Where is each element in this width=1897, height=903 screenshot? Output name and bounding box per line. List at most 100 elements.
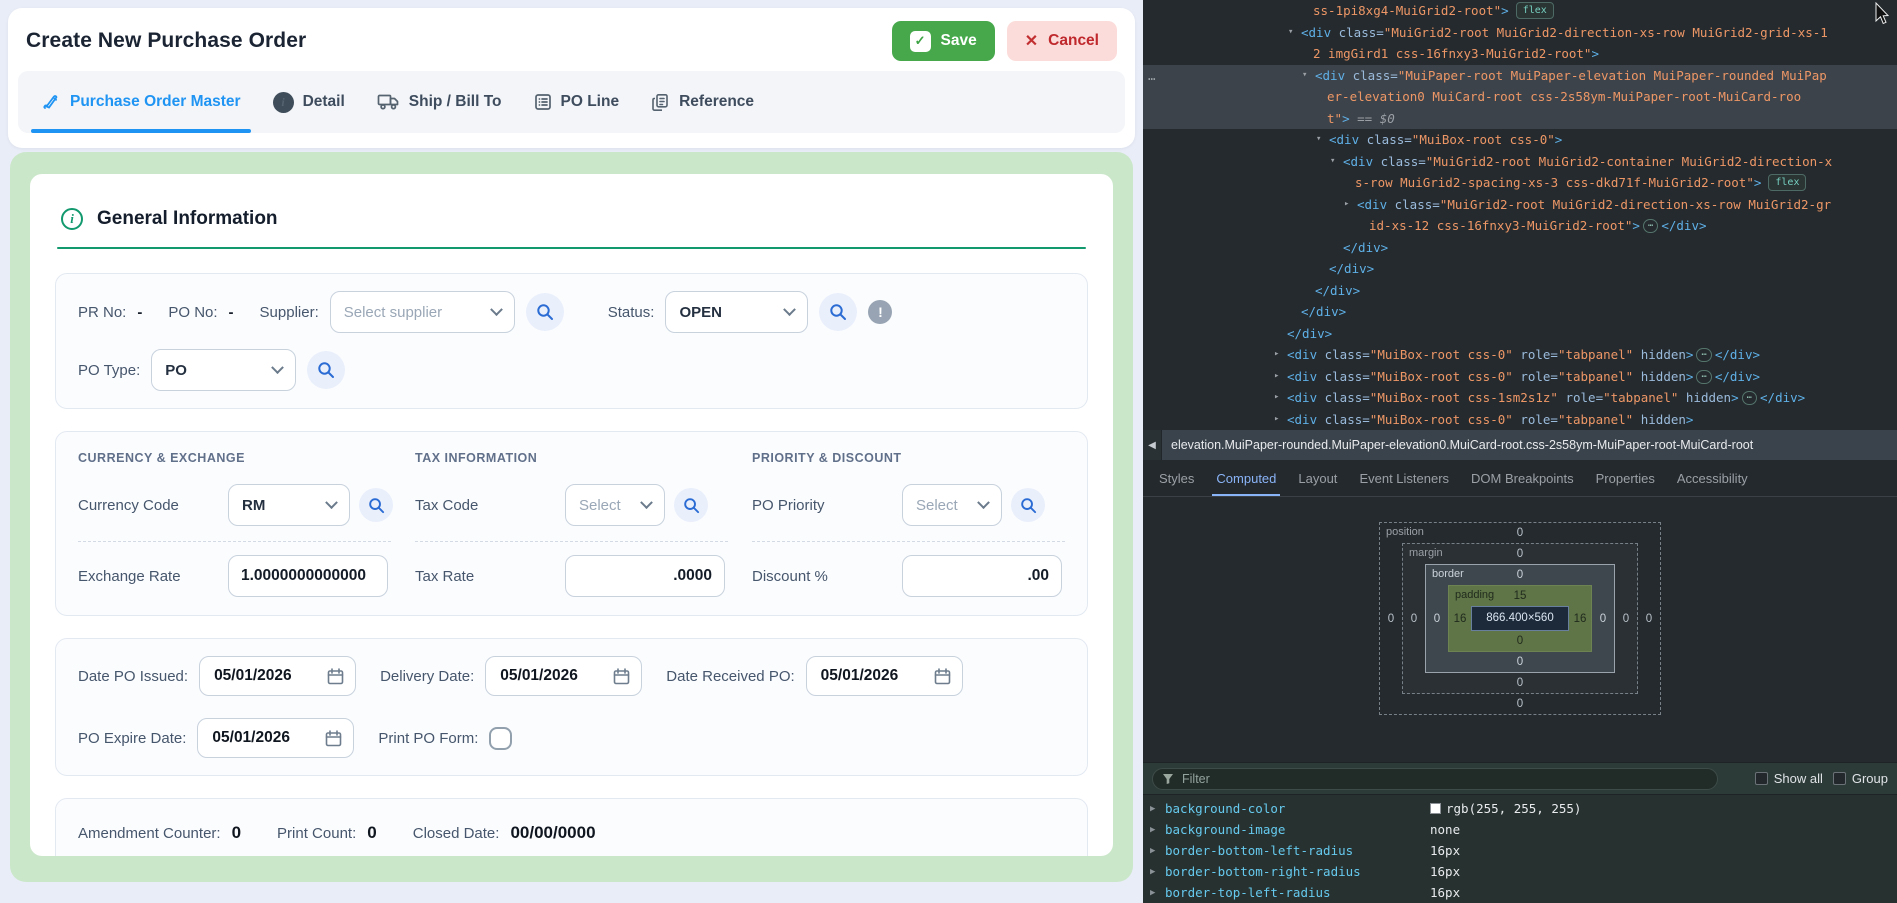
code-line[interactable]: …▾<div class="MuiPaper-root MuiPaper-ele… (1143, 65, 1897, 87)
screen: Create New Purchase Order ✓ Save ✕ Cance… (0, 0, 1897, 903)
delivery-date-label: Delivery Date: (380, 668, 474, 685)
collapse-arrow-icon[interactable]: ▾ (1288, 22, 1293, 44)
css-property-row[interactable]: ▶ border-bottom-left-radius 16px (1143, 840, 1897, 861)
code-line[interactable]: ▾<div class="MuiGrid2-root MuiGrid2-cont… (1143, 151, 1897, 173)
show-all-checkbox[interactable] (1755, 772, 1768, 785)
po-type-select[interactable]: PO (151, 349, 296, 391)
group-toggle[interactable]: Group (1833, 771, 1888, 786)
color-swatch[interactable] (1430, 803, 1441, 814)
breadcrumb-scroll-left-icon[interactable]: ◀ (1143, 430, 1162, 460)
expand-arrow-icon[interactable]: ▶ (1150, 825, 1165, 835)
tax-rate-input[interactable]: .0000 (565, 555, 725, 597)
print-po-form-checkbox[interactable] (489, 727, 512, 750)
code-line[interactable]: ▸<div class="MuiBox-root css-0" role="ta… (1143, 366, 1897, 388)
css-property-row[interactable]: ▶ border-bottom-right-radius 16px (1143, 861, 1897, 882)
tab-accessibility[interactable]: Accessibility (1667, 460, 1758, 496)
collapse-arrow-icon[interactable]: ▾ (1302, 65, 1307, 87)
collapse-arrow-icon[interactable]: ▾ (1330, 151, 1335, 173)
code-line[interactable]: ▸<div class="MuiBox-root css-1sm2s1z" ro… (1143, 387, 1897, 409)
code-line[interactable]: </div> (1143, 301, 1897, 323)
inline-ellipsis-icon[interactable]: ⋯ (1696, 348, 1711, 362)
filter-input[interactable]: Filter (1152, 768, 1718, 790)
expand-arrow-icon[interactable]: ▶ (1150, 804, 1165, 814)
cancel-button[interactable]: ✕ Cancel (1007, 21, 1117, 61)
po-type-search-button[interactable] (307, 351, 345, 389)
expand-arrow-icon[interactable]: ▶ (1150, 846, 1165, 856)
date-po-issued-input[interactable]: 05/01/2026 (199, 656, 356, 696)
css-property-row[interactable]: ▶ background-image none (1143, 819, 1897, 840)
box-model-padding[interactable]: padding15 16 866.400×560 16 0 (1448, 585, 1592, 652)
box-model-content[interactable]: 866.400×560 (1471, 606, 1569, 631)
code-line[interactable]: ▸<div class="MuiBox-root css-0" role="ta… (1143, 344, 1897, 366)
exchange-rate-input[interactable]: 1.0000000000000 (228, 555, 388, 597)
status-select[interactable]: OPEN (665, 291, 808, 333)
tab-dom-breakpoints[interactable]: DOM Breakpoints (1461, 460, 1584, 496)
date-received-input[interactable]: 05/01/2026 (806, 656, 963, 696)
css-property-row[interactable]: ▶ background-color rgb(255, 255, 255) (1143, 798, 1897, 819)
breadcrumb[interactable]: elevation.MuiPaper-rounded.MuiPaper-elev… (1162, 438, 1762, 452)
code-line[interactable]: ss-1pi8xg4-MuiGrid2-root">flex (1143, 0, 1897, 22)
property-value: rgb(255, 255, 255) (1446, 801, 1581, 816)
save-button[interactable]: ✓ Save (892, 21, 995, 61)
tab-reference[interactable]: Reference (638, 71, 767, 133)
code-line[interactable]: ▾<div class="MuiGrid2-root MuiGrid2-dire… (1143, 22, 1897, 44)
tab-detail[interactable]: i Detail (260, 71, 358, 133)
pages-icon (651, 93, 670, 112)
po-expire-input[interactable]: 05/01/2026 (197, 718, 354, 758)
expand-arrow-icon[interactable]: ▸ (1274, 409, 1279, 431)
box-model-border[interactable]: border0 0 padding15 16 866.400×560 16 (1425, 564, 1615, 673)
css-property-row[interactable]: ▶ border-top-left-radius 16px (1143, 882, 1897, 903)
expand-arrow-icon[interactable]: ▶ (1150, 888, 1165, 898)
expand-arrow-icon[interactable]: ▸ (1344, 194, 1349, 216)
inline-ellipsis-icon[interactable]: ⋯ (1643, 219, 1658, 233)
code-line[interactable]: ▸<div class="MuiGrid2-root MuiGrid2-dire… (1143, 194, 1897, 216)
collapse-arrow-icon[interactable]: ▾ (1316, 129, 1321, 151)
priority-search-button[interactable] (1011, 488, 1045, 522)
code-line[interactable]: ▸<div class="MuiBox-root css-0" role="ta… (1143, 409, 1897, 431)
status-search-button[interactable] (819, 293, 857, 331)
box-model-margin[interactable]: margin0 0 border0 0 padding15 (1402, 543, 1638, 694)
tab-event-listeners[interactable]: Event Listeners (1349, 460, 1459, 496)
code-line[interactable]: ▾<div class="MuiBox-root css-0"> (1143, 129, 1897, 151)
code-line[interactable]: </div> (1143, 280, 1897, 302)
supplier-search-button[interactable] (526, 293, 564, 331)
discount-input[interactable]: .00 (902, 555, 1062, 597)
po-priority-select[interactable]: Select (902, 484, 1002, 526)
expand-arrow-icon[interactable]: ▶ (1150, 867, 1165, 877)
flex-badge[interactable]: flex (1768, 174, 1806, 191)
delivery-date-input[interactable]: 05/01/2026 (485, 656, 642, 696)
tab-computed[interactable]: Computed (1206, 460, 1286, 496)
calendar-icon (324, 729, 343, 748)
supplier-select[interactable]: Select supplier (330, 291, 515, 333)
expand-arrow-icon[interactable]: ▸ (1274, 366, 1279, 388)
code-line[interactable]: </div> (1143, 258, 1897, 280)
code-line[interactable]: er-elevation0 MuiCard-root css-2s58ym-Mu… (1143, 86, 1897, 108)
expand-arrow-icon[interactable]: ▸ (1274, 387, 1279, 409)
code-token: > (1342, 111, 1350, 126)
box-model-position[interactable]: position0 0 margin0 0 border0 0 (1379, 522, 1661, 715)
currency-search-button[interactable] (359, 488, 393, 522)
code-line[interactable]: </div> (1143, 237, 1897, 259)
tab-po-line[interactable]: PO Line (521, 71, 633, 133)
flex-badge[interactable]: flex (1516, 2, 1554, 19)
tab-purchase-order-master[interactable]: Purchase Order Master (28, 71, 254, 133)
code-line[interactable]: id-xs-12 css-16fnxy3-MuiGrid2-root">⋯</d… (1143, 215, 1897, 237)
inline-ellipsis-icon[interactable]: ⋯ (1696, 370, 1711, 384)
tab-layout[interactable]: Layout (1288, 460, 1347, 496)
currency-code-select[interactable]: RM (228, 484, 350, 526)
tax-search-button[interactable] (674, 488, 708, 522)
show-all-toggle[interactable]: Show all (1755, 771, 1823, 786)
code-line[interactable]: s-row MuiGrid2-spacing-xs-3 css-dkd71f-M… (1143, 172, 1897, 194)
cancel-x-icon: ✕ (1025, 31, 1038, 51)
tax-code-select[interactable]: Select (565, 484, 665, 526)
tab-styles[interactable]: Styles (1149, 460, 1204, 496)
code-line[interactable]: t"> == $0 (1143, 108, 1897, 130)
group-checkbox[interactable] (1833, 772, 1846, 785)
tab-ship-bill-to[interactable]: Ship / Bill To (364, 71, 515, 133)
gutter-ellipsis-icon[interactable]: … (1148, 65, 1157, 87)
inline-ellipsis-icon[interactable]: ⋯ (1742, 391, 1757, 405)
expand-arrow-icon[interactable]: ▸ (1274, 344, 1279, 366)
tab-properties[interactable]: Properties (1586, 460, 1665, 496)
code-line[interactable]: </div> (1143, 323, 1897, 345)
code-line[interactable]: 2 imgGird1 css-16fnxy3-MuiGrid2-root"> (1143, 43, 1897, 65)
